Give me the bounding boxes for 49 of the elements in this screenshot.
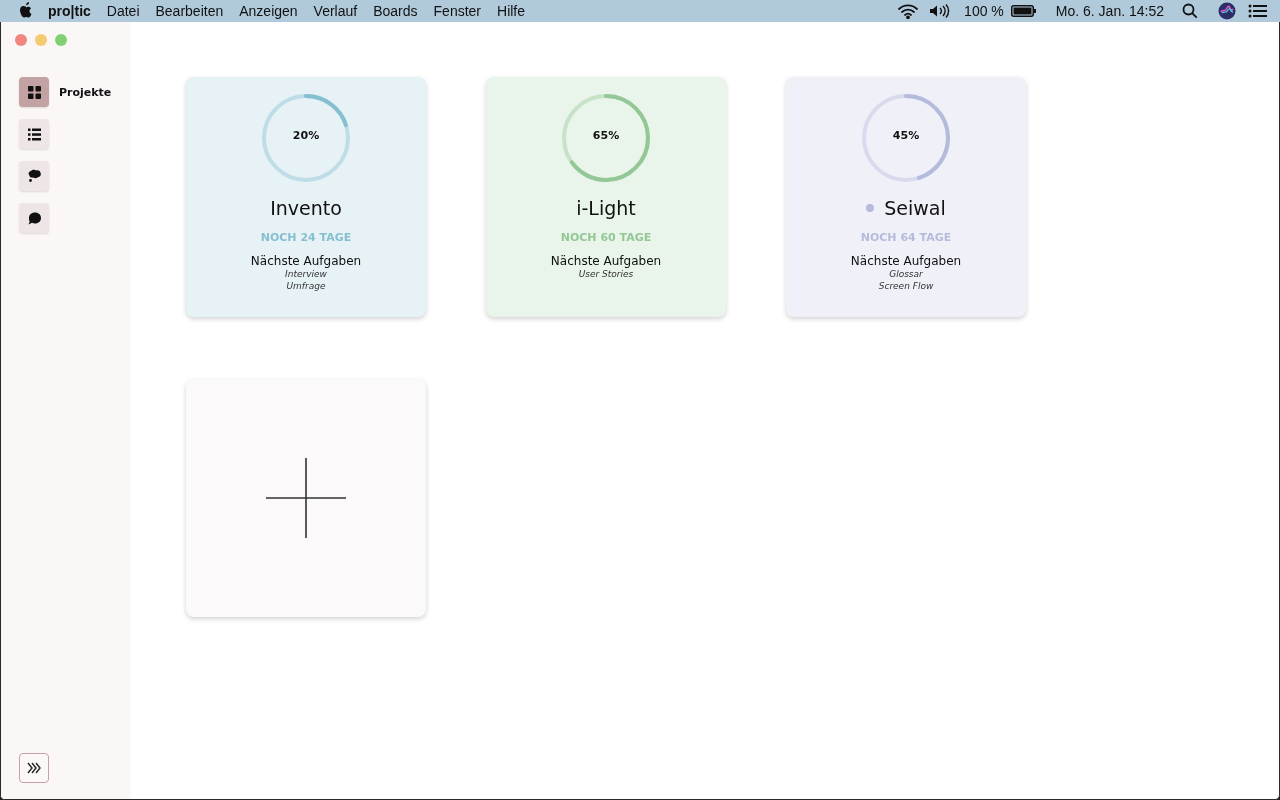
triple-chevron-icon (26, 761, 42, 775)
tasks-heading: Nächste Aufgaben (850, 254, 962, 268)
sidebar-nav-button[interactable] (19, 161, 49, 191)
task-item: Umfrage (286, 280, 326, 292)
grid-icon (26, 84, 42, 100)
remaining-days: NOCH 64 TAGE (860, 231, 952, 244)
siri-icon[interactable] (1218, 2, 1236, 20)
menu-item[interactable]: Anzeigen (231, 3, 306, 19)
battery-icon[interactable] (1010, 5, 1037, 17)
task-item: User Stories (578, 268, 634, 280)
wifi-icon[interactable] (897, 3, 920, 19)
tasks-heading: Nächste Aufgaben (550, 254, 662, 268)
progress-percentage: 45% (891, 129, 921, 142)
sidebar-nav-button[interactable] (19, 119, 49, 149)
expand-sidebar-button[interactable] (19, 753, 49, 783)
speaker-icon[interactable] (929, 3, 952, 19)
project-card[interactable]: 20% Invento NOCH 24 TAGE Nächste Aufgaben Interview Umfrage (186, 77, 426, 317)
project-name: Seiwal (884, 197, 946, 219)
task-item: Glossar (889, 268, 923, 280)
apple-logo-icon (18, 1, 34, 19)
task-item: Interview (285, 268, 327, 280)
sidebar-nav-button[interactable] (19, 77, 49, 107)
progress-percentage: 20% (291, 129, 321, 142)
speech-bubble-icon (26, 210, 42, 226)
menu-item[interactable]: Datei (98, 3, 148, 19)
tasks-heading: Nächste Aufgaben (250, 254, 362, 268)
sidebar-label: Projekte (59, 85, 112, 99)
thought-bubble-icon (26, 168, 42, 184)
project-card[interactable]: 65% i-Light NOCH 60 TAGE Nächste Aufgaben User Stories (486, 77, 726, 317)
menu-item[interactable]: Boards (365, 3, 426, 19)
notification-list-icon[interactable] (1248, 4, 1268, 18)
project-card[interactable]: 45% Seiwal NOCH 64 TAGE Nächste Aufgaben Glossar Screen Flow (786, 77, 1026, 317)
sidebar-nav-button[interactable] (19, 203, 49, 233)
menu-clock[interactable]: Mo. 6. Jan. 14:52 (1041, 3, 1172, 19)
progress-percentage: 65% (591, 129, 621, 142)
menu-item[interactable]: Verlauf (305, 3, 366, 19)
menu-item[interactable]: Fenster (425, 3, 490, 19)
app-name-menu[interactable]: pro|tic (34, 3, 99, 19)
battery-percentage: 100 % (963, 3, 1005, 19)
menu-item[interactable]: Bearbeiten (147, 3, 232, 19)
project-name: i-Light (576, 197, 636, 219)
task-item: Screen Flow (878, 280, 934, 292)
project-name: Invento (270, 197, 342, 219)
remaining-days: NOCH 24 TAGE (260, 231, 352, 244)
plus-icon (266, 458, 346, 538)
search-icon[interactable] (1182, 3, 1198, 19)
remaining-days: NOCH 60 TAGE (560, 231, 652, 244)
menu-item[interactable]: Hilfe (489, 3, 534, 19)
list-icon (26, 126, 42, 142)
